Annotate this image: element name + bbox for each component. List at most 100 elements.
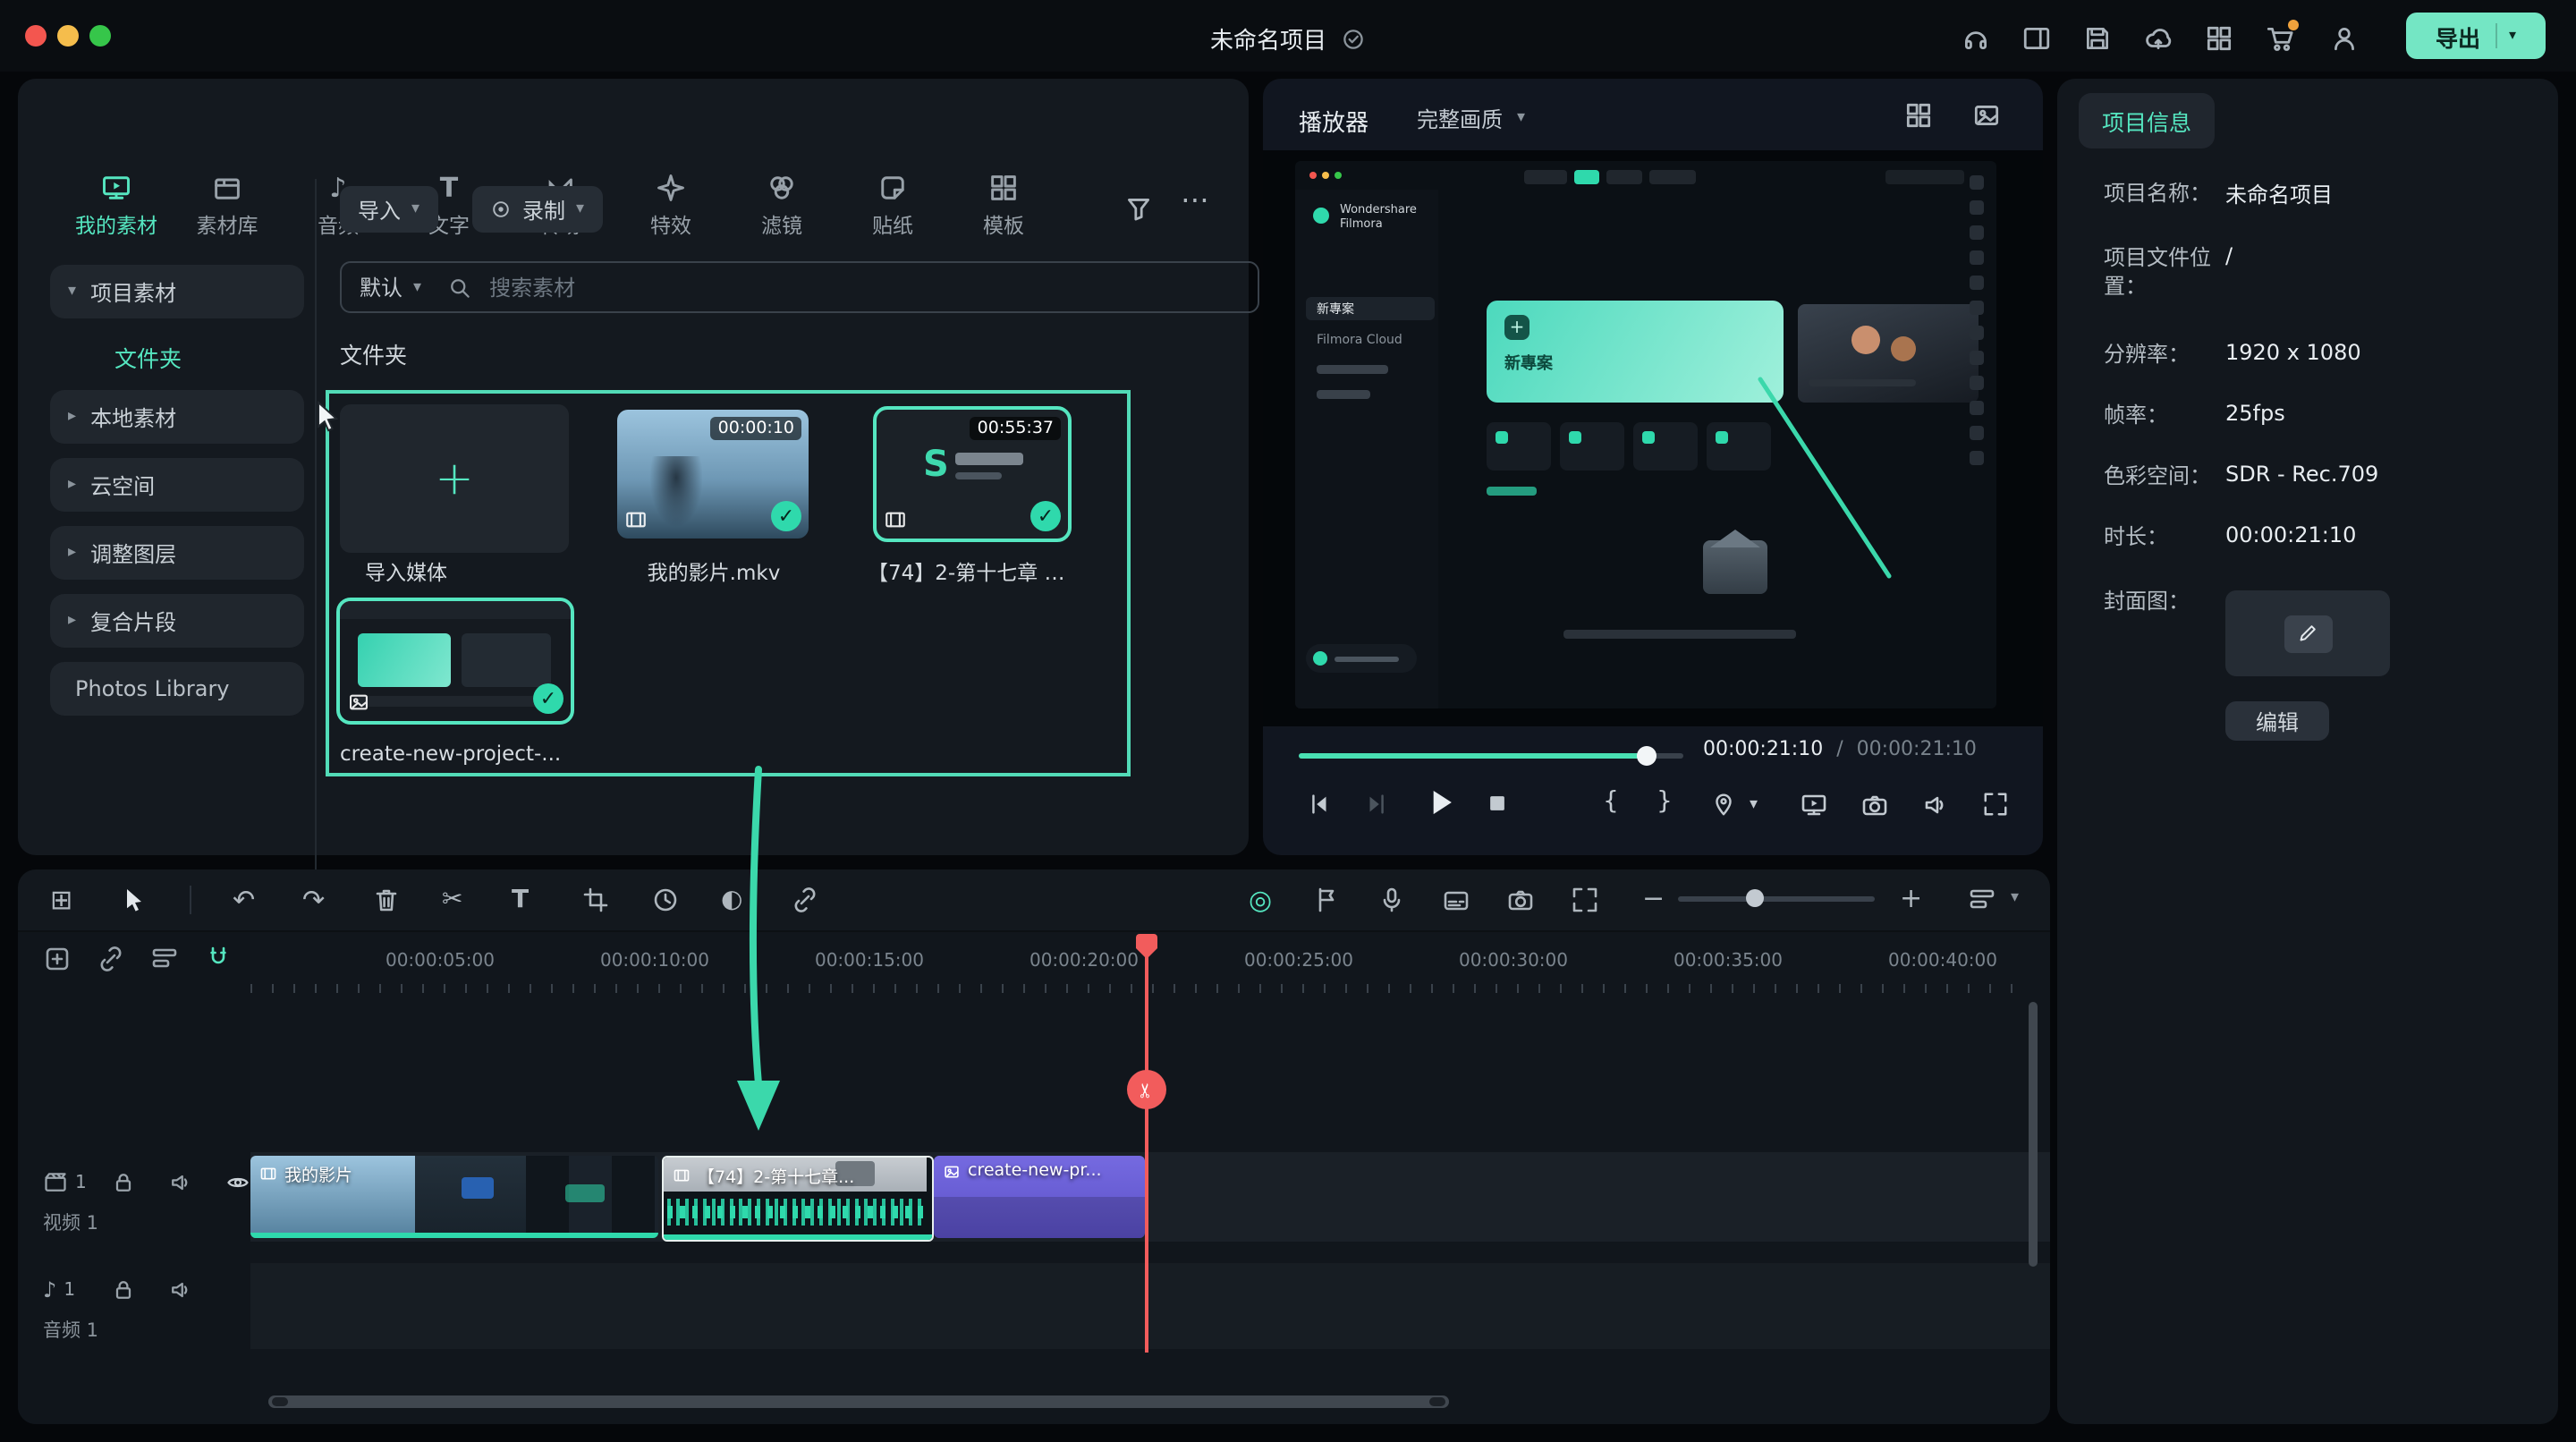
redo-icon[interactable]: ↷ — [302, 886, 331, 914]
tab-effects[interactable]: 特效 — [615, 172, 726, 240]
assistant-icon[interactable] — [1961, 23, 1991, 54]
fit-timeline-icon[interactable] — [1571, 886, 1599, 914]
split-scissors-icon[interactable]: ✂ — [442, 886, 470, 914]
delete-icon[interactable] — [372, 886, 401, 914]
import-button[interactable]: 导入▾ — [340, 186, 437, 233]
account-icon[interactable] — [2329, 23, 2360, 54]
seek-bar[interactable] — [1299, 744, 1683, 766]
field-value: 00:00:21:10 — [2225, 522, 2356, 547]
snapshot-camera-icon[interactable] — [1860, 791, 1889, 819]
mark-in-icon[interactable]: { — [1603, 787, 1619, 816]
close-window-button[interactable] — [25, 25, 47, 47]
edit-cover-button[interactable] — [2284, 615, 2332, 652]
marker-pin-icon[interactable] — [1710, 791, 1737, 818]
search-input[interactable] — [486, 273, 1240, 301]
sidebar-item-project-media[interactable]: ▾ 项目素材 — [50, 265, 304, 318]
display-output-icon[interactable] — [1800, 791, 1828, 819]
subtitle-icon[interactable] — [1442, 886, 1470, 914]
track-rows-icon[interactable] — [150, 945, 179, 973]
notifications-icon[interactable] — [2204, 23, 2234, 54]
clip-label: 我的影片 — [284, 1161, 352, 1186]
mark-out-icon[interactable]: } — [1657, 787, 1673, 816]
record-button[interactable]: 录制▾ — [472, 186, 602, 233]
tab-stickers[interactable]: 贴纸 — [837, 172, 948, 240]
crop-icon[interactable] — [581, 886, 610, 914]
zoom-slider[interactable] — [1678, 896, 1875, 902]
chevron-down-icon[interactable]: ▾ — [2011, 889, 2019, 907]
next-frame-icon[interactable] — [1363, 791, 1390, 818]
edit-button[interactable]: 编辑 — [2225, 701, 2329, 741]
tab-stock-media[interactable]: 素材库 — [172, 172, 283, 240]
crop-fit-icon[interactable] — [1506, 886, 1535, 914]
marker-icon[interactable] — [1313, 886, 1342, 914]
add-text-icon[interactable]: T — [512, 886, 540, 914]
media-sidebar: ▾ 项目素材 文件夹 ▸ 本地素材 ▸ 云空间 ▸ 调整图层 ▸ 复合片段 Ph… — [50, 265, 304, 730]
audio-track-icon: ♪ — [43, 1277, 56, 1302]
folder-section-title: 文件夹 — [340, 336, 407, 370]
sidebar-item-adjustment-layer[interactable]: ▸ 调整图层 — [50, 526, 304, 580]
seek-handle[interactable] — [1637, 746, 1657, 766]
render-preview-icon[interactable]: ◎ — [1249, 884, 1272, 916]
voiceover-mic-icon[interactable] — [1377, 886, 1406, 914]
split-playhead-badge[interactable]: ✂ — [1127, 1070, 1166, 1109]
zoom-in-icon[interactable]: + — [1900, 882, 1928, 911]
mute-icon[interactable] — [168, 1170, 193, 1195]
sidebar-item-folder[interactable]: 文件夹 — [50, 333, 304, 379]
clip-video-2-selected[interactable]: 【74】2-第十七章... — [662, 1156, 934, 1242]
mute-icon[interactable] — [168, 1277, 193, 1302]
filter-icon[interactable] — [1123, 193, 1154, 224]
tab-templates[interactable]: 模板 — [948, 172, 1059, 240]
playhead-pin[interactable] — [1136, 934, 1157, 948]
field-label: 分辨率： — [2104, 340, 2218, 369]
volume-icon[interactable] — [1921, 791, 1950, 819]
minimize-window-button[interactable] — [57, 25, 79, 47]
video-track-badge: 1 — [75, 1173, 87, 1192]
save-project-icon[interactable] — [2082, 23, 2113, 54]
cart-icon[interactable] — [2265, 23, 2295, 54]
export-button[interactable]: 导出 ▾ — [2406, 13, 2546, 59]
zoom-window-button[interactable] — [89, 25, 111, 47]
cloud-upload-icon[interactable] — [2143, 23, 2174, 54]
panel-layout-icon[interactable] — [2021, 23, 2052, 54]
zoom-out-icon[interactable]: − — [1642, 882, 1671, 911]
field-value: 1920 x 1080 — [2225, 340, 2361, 365]
sidebar-item-compound-clip[interactable]: ▸ 复合片段 — [50, 594, 304, 648]
zoom-slider-handle[interactable] — [1746, 889, 1764, 907]
sidebar-item-cloud[interactable]: ▸ 云空间 — [50, 458, 304, 512]
snap-magnet-icon[interactable] — [204, 945, 233, 973]
add-to-track-icon[interactable] — [43, 945, 72, 973]
field-label: 色彩空间： — [2104, 462, 2218, 490]
visibility-icon[interactable] — [225, 1170, 250, 1195]
default-filter-dropdown[interactable]: 默认▾ — [360, 272, 421, 302]
ruler-tick: 00:00:25:00 — [1227, 952, 1370, 971]
lock-icon[interactable] — [111, 1277, 136, 1302]
tab-my-media[interactable]: 我的素材 — [61, 172, 172, 240]
horizontal-scrollbar[interactable] — [268, 1395, 1449, 1408]
clip-video-1[interactable]: 我的影片 — [250, 1156, 658, 1238]
player-layout-icon[interactable] — [1903, 100, 1934, 131]
undo-icon[interactable]: ↶ — [233, 886, 261, 914]
play-icon[interactable] — [1424, 785, 1458, 819]
track-height-icon[interactable] — [1968, 886, 1996, 914]
tab-project-info[interactable]: 项目信息 — [2079, 93, 2215, 148]
previous-frame-icon[interactable] — [1306, 791, 1333, 818]
fullscreen-icon[interactable] — [1982, 791, 2009, 818]
marker-chevron-icon[interactable]: ▾ — [1750, 796, 1758, 814]
cover-thumbnail[interactable] — [2225, 590, 2390, 676]
quality-dropdown[interactable]: 完整画质▾ — [1399, 97, 1543, 140]
sidebar-item-photos-library[interactable]: Photos Library — [50, 662, 304, 716]
track-manager-icon[interactable]: ⊞ — [50, 886, 79, 914]
preview-plus-icon: + — [1504, 315, 1530, 340]
clip-image-1[interactable]: create-new-pr... — [934, 1156, 1145, 1238]
tab-filters[interactable]: 滤镜 — [726, 172, 837, 240]
more-options-icon[interactable]: ⋯ — [1181, 182, 1211, 216]
playhead[interactable] — [1145, 937, 1148, 1353]
stop-icon[interactable] — [1485, 791, 1510, 816]
sidebar-item-local-media[interactable]: ▸ 本地素材 — [50, 390, 304, 444]
lock-icon[interactable] — [111, 1170, 136, 1195]
speed-icon[interactable] — [651, 886, 680, 914]
auto-ripple-icon[interactable] — [97, 945, 125, 973]
select-tool-icon[interactable] — [120, 886, 148, 914]
vertical-scrollbar[interactable] — [2029, 1002, 2038, 1267]
player-media-icon[interactable] — [1971, 100, 2002, 131]
